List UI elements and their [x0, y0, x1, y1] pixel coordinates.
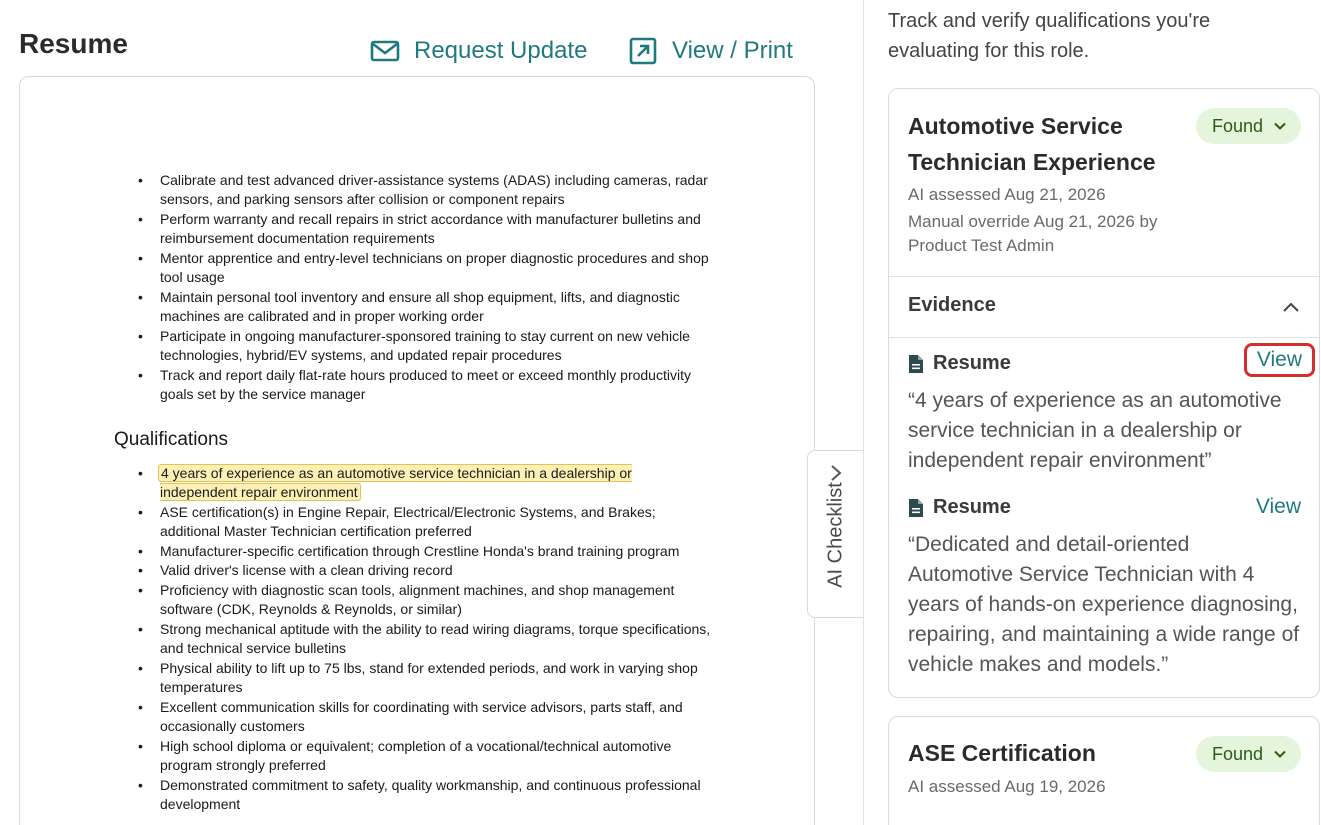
- card-title: ASE Certification: [908, 740, 1096, 766]
- resume-pane: Resume Request Update View / Print • Cali…: [0, 0, 864, 825]
- status-badge[interactable]: Found: [1195, 736, 1301, 772]
- list-item: • ASE certification(s) in Engine Repair, …: [138, 504, 656, 540]
- divider: [889, 337, 1319, 338]
- list-item: • Calibrate and test advanced driver-assi…: [138, 172, 708, 208]
- qualifications-heading: Qualifications: [114, 429, 229, 450]
- list-item: • Track and report daily flat-rate hours …: [138, 367, 691, 403]
- ai-checklist-pane: Track and verify qualifications you're e…: [864, 0, 1321, 825]
- evidence-view-link[interactable]: View: [1243, 343, 1315, 377]
- manual-override-info: Manual override Aug 21, 2026 by Product T…: [908, 212, 1158, 255]
- highlighted-list-item: • 4 years of experience as an automotive …: [138, 464, 632, 502]
- list-item: • Perform warranty and recall repairs in …: [138, 211, 701, 247]
- resume-document[interactable]: • Calibrate and test advanced driver-assi…: [19, 76, 815, 825]
- status-badge[interactable]: Found: [1195, 108, 1301, 144]
- list-item: • Manufacturer-specific certification thr…: [138, 543, 680, 559]
- document-icon: [908, 498, 924, 518]
- evidence-source: Resume: [908, 352, 1011, 375]
- document-icon: [908, 354, 924, 374]
- ai-assessed-date: AI assessed Aug 19, 2026: [908, 777, 1106, 796]
- request-update-label: Request Update: [414, 37, 588, 64]
- list-item: • Physical ability to lift up to 75 lbs, …: [138, 660, 698, 696]
- list-item: • Mentor apprentice and entry-level techn…: [138, 250, 709, 286]
- list-item: • Demonstrated commitment to safety, qual…: [138, 777, 701, 813]
- status-label: Found: [1211, 115, 1263, 136]
- chevron-down-icon: [1273, 747, 1287, 761]
- resume-title: Resume: [19, 28, 128, 59]
- evidence-highlight: 4 years of experience as an automotive s…: [158, 464, 632, 502]
- evidence-source: Resume: [908, 496, 1011, 519]
- evidence-toggle[interactable]: Evidence: [889, 277, 1319, 337]
- chevron-up-icon: [1281, 297, 1301, 322]
- list-item: • Maintain personal tool inventory and en…: [138, 289, 680, 325]
- evidence-quote: “Dedicated and detail-oriented Automotive…: [908, 533, 1300, 676]
- evidence-heading: Evidence: [908, 294, 996, 316]
- chevron-down-icon: [1273, 119, 1287, 133]
- qualification-card: Automotive Service Technician Experience …: [888, 88, 1320, 698]
- evidence-quote: “4 years of experience as an automotive s…: [908, 389, 1282, 472]
- envelope-icon: [370, 36, 400, 66]
- ai-assessed-date: AI assessed Aug 21, 2026: [908, 185, 1106, 204]
- list-item: • Participate in ongoing manufacturer-spo…: [138, 328, 690, 364]
- view-print-label: View / Print: [672, 37, 793, 64]
- ai-checklist-tab[interactable]: AI Checklist: [807, 450, 863, 618]
- list-item: • High school diploma or equivalent; comp…: [138, 738, 672, 774]
- list-item: • Valid driver's license with a clean dri…: [138, 562, 453, 578]
- list-item: • Proficiency with diagnostic scan tools,…: [138, 582, 675, 618]
- list-item: • Strong mechanical aptitude with the abi…: [138, 621, 711, 657]
- external-link-icon: [628, 36, 658, 66]
- status-label: Found: [1211, 743, 1263, 764]
- qualification-card: ASE Certification Found AI assessed Aug …: [888, 716, 1320, 825]
- view-print-button[interactable]: View / Print: [628, 36, 793, 66]
- checklist-intro: Track and verify qualifications you're e…: [888, 10, 1211, 62]
- ai-checklist-label: AI Checklist: [824, 482, 847, 588]
- card-title: Automotive Service Technician Experience: [908, 113, 1156, 175]
- request-update-button[interactable]: Request Update: [370, 36, 587, 66]
- evidence-view-link[interactable]: View: [1256, 495, 1301, 519]
- list-item: • Excellent communication skills for coor…: [138, 699, 683, 735]
